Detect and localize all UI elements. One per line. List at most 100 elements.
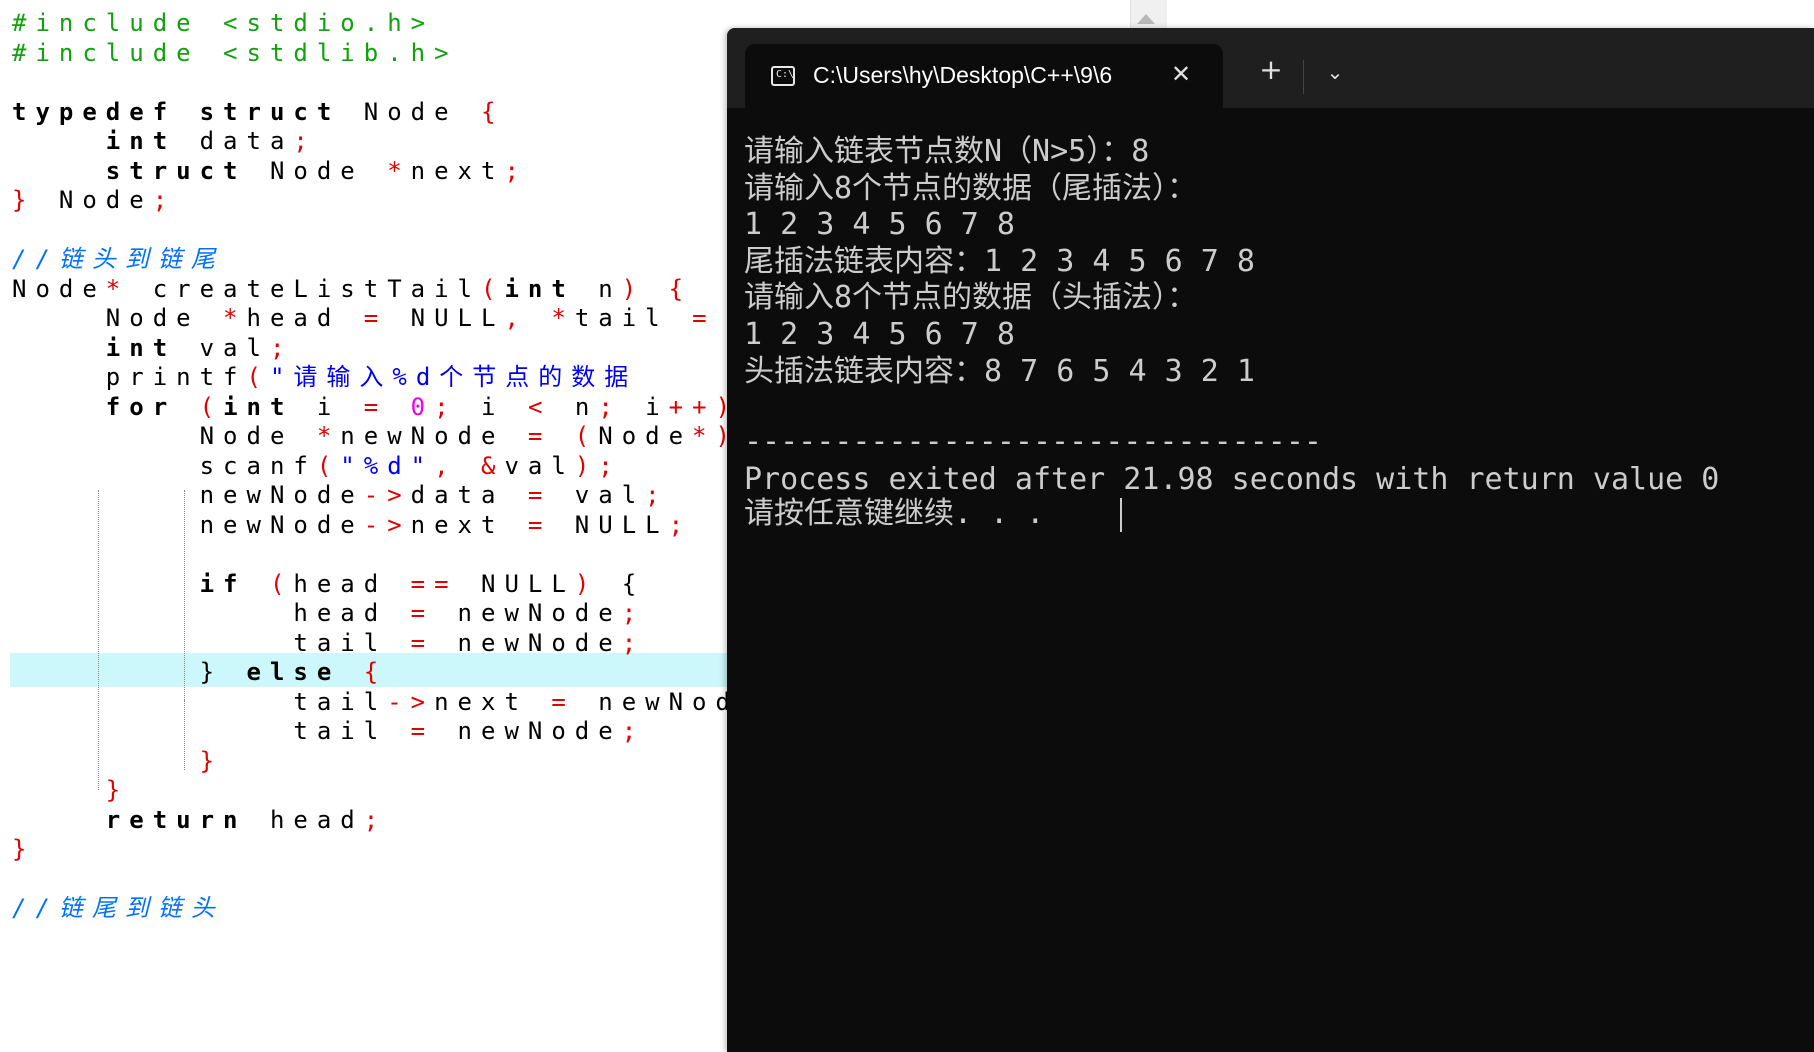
code-token: =: [692, 304, 716, 332]
code-token: Node: [598, 422, 693, 450]
terminal-line: 头插法链表内容：8 7 6 5 4 3 2 1: [744, 354, 1255, 389]
code-token: ;: [621, 599, 646, 627]
code-token: Node: [35, 186, 153, 214]
code-token: (: [176, 392, 224, 421]
code-token: ;: [621, 717, 646, 745]
code-token: tail: [12, 717, 411, 745]
code-line: #include <stdlib.h>: [12, 36, 458, 70]
code-token: {: [621, 569, 646, 598]
terminal-line: 1 2 3 4 5 6 7 8: [744, 317, 1015, 352]
code-token: =: [527, 481, 552, 509]
code-token: }: [105, 776, 130, 804]
code-token: createListTail: [129, 274, 481, 303]
new-tab-button[interactable]: +: [1251, 52, 1291, 92]
code-token: ;: [621, 628, 646, 657]
code-token: newNode: [434, 717, 622, 745]
code-token: }: [199, 746, 224, 775]
code-token: (: [246, 569, 294, 598]
close-tab-icon[interactable]: ✕: [1165, 58, 1197, 90]
code-token: next: [410, 156, 505, 185]
terminal-line: 1 2 3 4 5 6 7 8: [744, 207, 1015, 242]
code-token: i: [293, 392, 364, 421]
terminal-tab-bar: C:\Users\hy\Desktop\C++\9\6 ✕ + ⌄: [727, 28, 1814, 108]
code-token: =: [410, 717, 435, 745]
code-token: "%d": [340, 451, 435, 480]
code-token: tail: [574, 304, 693, 332]
code-token: "请输入%d个节点的数据: [269, 363, 638, 391]
code-token: Node: [246, 156, 388, 185]
tab-title: C:\Users\hy\Desktop\C++\9\6: [813, 62, 1113, 88]
code-token: struct: [105, 156, 247, 185]
tab-dropdown-chevron-icon[interactable]: ⌄: [1315, 52, 1355, 92]
code-token: , &: [434, 451, 505, 480]
code-token: = (: [527, 422, 599, 450]
terminal-line: 请输入链表节点数N（N>5）：8: [744, 134, 1150, 169]
code-token: int: [504, 274, 575, 303]
code-token: <: [527, 392, 552, 421]
code-token: val: [504, 451, 575, 480]
code-token: ;: [269, 333, 294, 362]
code-token: {: [340, 658, 388, 686]
code-token: val: [551, 481, 646, 509]
terminal-window[interactable]: C:\Users\hy\Desktop\C++\9\6 ✕ + ⌄ 请输入链表节…: [727, 28, 1814, 1052]
terminal-line: --------------------------------: [744, 424, 1322, 459]
terminal-line: 尾插法链表内容：1 2 3 4 5 6 7 8: [744, 244, 1255, 279]
code-token: head: [12, 599, 411, 627]
terminal-line: 请输入8个节点的数据（头插法）：: [744, 280, 1198, 315]
code-token: ;: [645, 481, 669, 509]
code-token: i: [621, 392, 669, 421]
code-token: ;: [598, 392, 622, 421]
code-token: tail: [12, 628, 411, 657]
code-token: next: [434, 687, 552, 716]
code-token: else: [223, 658, 341, 686]
code-line: //链尾到链头: [12, 891, 224, 925]
code-token: tail: [12, 687, 388, 716]
code-token: ;: [668, 510, 693, 539]
code-token: {: [481, 97, 505, 126]
code-token: n: [574, 274, 622, 303]
code-token: (: [316, 451, 341, 480]
code-token: #include <stdio.h>: [12, 9, 435, 37]
code-token: *: [105, 274, 130, 303]
code-token: //链头到链尾: [12, 245, 224, 273]
code-token: head: [246, 304, 364, 332]
console-icon: [771, 66, 795, 86]
code-token: ) {: [621, 274, 693, 303]
code-token: NULL: [551, 510, 669, 539]
code-token: newNode: [12, 481, 364, 509]
code-token: NULL: [387, 304, 505, 332]
code-token: ->: [363, 510, 411, 539]
code-token: (: [246, 363, 270, 391]
scroll-up-arrow-icon[interactable]: [1137, 14, 1155, 24]
code-token: =: [410, 599, 435, 627]
code-token: typedef struct: [12, 97, 341, 126]
code-token: }: [12, 835, 36, 863]
code-token: , *: [504, 304, 575, 332]
terminal-tab[interactable]: C:\Users\hy\Desktop\C++\9\6 ✕: [745, 44, 1223, 108]
code-token: newNode: [12, 510, 364, 539]
code-token: (: [481, 274, 505, 303]
terminal-line: 请输入8个节点的数据（尾插法）：: [744, 171, 1198, 206]
code-token: int: [105, 333, 177, 362]
code-token: );: [574, 451, 622, 480]
code-line: newNode->next = NULL;: [12, 508, 692, 542]
code-token: Node: [12, 304, 224, 332]
code-token: ;: [504, 156, 528, 185]
code-token: =: [363, 304, 388, 332]
code-line: }: [12, 832, 35, 866]
code-token: n: [551, 392, 599, 421]
code-token: ==: [410, 569, 458, 598]
text-cursor: [1120, 498, 1122, 532]
code-token: int: [105, 127, 177, 155]
code-token: =: [551, 687, 575, 716]
code-token: val: [176, 333, 270, 362]
code-token: =: [410, 628, 435, 657]
code-token: newNode: [340, 422, 528, 450]
code-token: int: [223, 392, 294, 421]
